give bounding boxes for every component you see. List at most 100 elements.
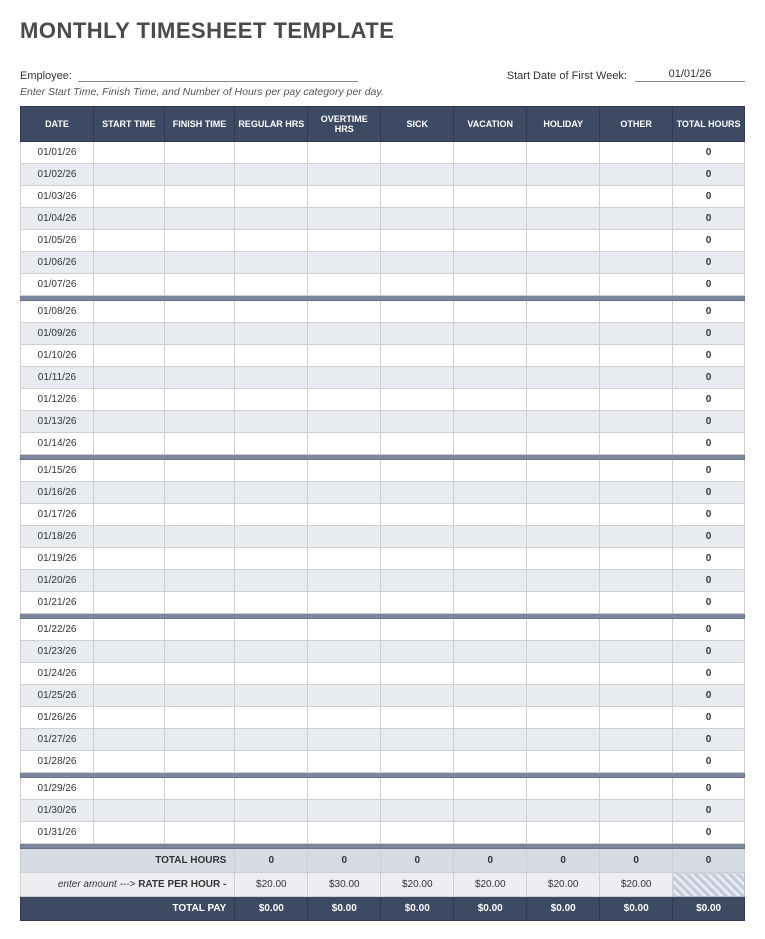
employee-field[interactable]: [78, 68, 358, 82]
vacation-cell[interactable]: [454, 389, 527, 411]
overtime-hrs-cell[interactable]: [308, 707, 381, 729]
overtime-hrs-cell[interactable]: [308, 685, 381, 707]
overtime-hrs-cell[interactable]: [308, 389, 381, 411]
vacation-cell[interactable]: [454, 301, 527, 323]
sick-cell[interactable]: [381, 526, 454, 548]
finish-time-cell[interactable]: [164, 142, 235, 164]
overtime-hrs-cell[interactable]: [308, 433, 381, 455]
sick-cell[interactable]: [381, 367, 454, 389]
start-time-cell[interactable]: [93, 570, 164, 592]
start-time-cell[interactable]: [93, 504, 164, 526]
holiday-cell[interactable]: [527, 411, 600, 433]
sick-cell[interactable]: [381, 186, 454, 208]
other-cell[interactable]: [600, 274, 673, 296]
sick-cell[interactable]: [381, 252, 454, 274]
holiday-cell[interactable]: [527, 778, 600, 800]
regular-hrs-cell[interactable]: [235, 707, 308, 729]
finish-time-cell[interactable]: [164, 345, 235, 367]
regular-hrs-cell[interactable]: [235, 592, 308, 614]
other-cell[interactable]: [600, 411, 673, 433]
vacation-cell[interactable]: [454, 252, 527, 274]
finish-time-cell[interactable]: [164, 274, 235, 296]
regular-hrs-cell[interactable]: [235, 822, 308, 844]
other-cell[interactable]: [600, 208, 673, 230]
other-cell[interactable]: [600, 663, 673, 685]
finish-time-cell[interactable]: [164, 641, 235, 663]
vacation-cell[interactable]: [454, 208, 527, 230]
rate-overtime[interactable]: $30.00: [308, 873, 381, 897]
start-time-cell[interactable]: [93, 252, 164, 274]
other-cell[interactable]: [600, 751, 673, 773]
regular-hrs-cell[interactable]: [235, 389, 308, 411]
vacation-cell[interactable]: [454, 482, 527, 504]
sick-cell[interactable]: [381, 504, 454, 526]
regular-hrs-cell[interactable]: [235, 641, 308, 663]
overtime-hrs-cell[interactable]: [308, 411, 381, 433]
sick-cell[interactable]: [381, 460, 454, 482]
sick-cell[interactable]: [381, 800, 454, 822]
holiday-cell[interactable]: [527, 252, 600, 274]
holiday-cell[interactable]: [527, 592, 600, 614]
vacation-cell[interactable]: [454, 707, 527, 729]
other-cell[interactable]: [600, 460, 673, 482]
overtime-hrs-cell[interactable]: [308, 548, 381, 570]
regular-hrs-cell[interactable]: [235, 729, 308, 751]
finish-time-cell[interactable]: [164, 800, 235, 822]
regular-hrs-cell[interactable]: [235, 460, 308, 482]
regular-hrs-cell[interactable]: [235, 274, 308, 296]
vacation-cell[interactable]: [454, 822, 527, 844]
overtime-hrs-cell[interactable]: [308, 619, 381, 641]
other-cell[interactable]: [600, 729, 673, 751]
other-cell[interactable]: [600, 164, 673, 186]
regular-hrs-cell[interactable]: [235, 751, 308, 773]
finish-time-cell[interactable]: [164, 592, 235, 614]
sick-cell[interactable]: [381, 548, 454, 570]
overtime-hrs-cell[interactable]: [308, 274, 381, 296]
vacation-cell[interactable]: [454, 142, 527, 164]
regular-hrs-cell[interactable]: [235, 526, 308, 548]
finish-time-cell[interactable]: [164, 482, 235, 504]
finish-time-cell[interactable]: [164, 301, 235, 323]
holiday-cell[interactable]: [527, 548, 600, 570]
other-cell[interactable]: [600, 619, 673, 641]
holiday-cell[interactable]: [527, 641, 600, 663]
other-cell[interactable]: [600, 301, 673, 323]
vacation-cell[interactable]: [454, 592, 527, 614]
overtime-hrs-cell[interactable]: [308, 663, 381, 685]
finish-time-cell[interactable]: [164, 252, 235, 274]
vacation-cell[interactable]: [454, 751, 527, 773]
other-cell[interactable]: [600, 433, 673, 455]
sick-cell[interactable]: [381, 822, 454, 844]
regular-hrs-cell[interactable]: [235, 301, 308, 323]
sick-cell[interactable]: [381, 142, 454, 164]
regular-hrs-cell[interactable]: [235, 142, 308, 164]
overtime-hrs-cell[interactable]: [308, 301, 381, 323]
sick-cell[interactable]: [381, 482, 454, 504]
other-cell[interactable]: [600, 504, 673, 526]
start-time-cell[interactable]: [93, 164, 164, 186]
regular-hrs-cell[interactable]: [235, 186, 308, 208]
sick-cell[interactable]: [381, 274, 454, 296]
start-time-cell[interactable]: [93, 800, 164, 822]
overtime-hrs-cell[interactable]: [308, 323, 381, 345]
overtime-hrs-cell[interactable]: [308, 345, 381, 367]
vacation-cell[interactable]: [454, 230, 527, 252]
holiday-cell[interactable]: [527, 526, 600, 548]
finish-time-cell[interactable]: [164, 186, 235, 208]
regular-hrs-cell[interactable]: [235, 570, 308, 592]
regular-hrs-cell[interactable]: [235, 433, 308, 455]
start-time-cell[interactable]: [93, 411, 164, 433]
sick-cell[interactable]: [381, 208, 454, 230]
start-time-cell[interactable]: [93, 729, 164, 751]
sick-cell[interactable]: [381, 389, 454, 411]
regular-hrs-cell[interactable]: [235, 482, 308, 504]
vacation-cell[interactable]: [454, 526, 527, 548]
holiday-cell[interactable]: [527, 389, 600, 411]
other-cell[interactable]: [600, 186, 673, 208]
finish-time-cell[interactable]: [164, 323, 235, 345]
other-cell[interactable]: [600, 548, 673, 570]
holiday-cell[interactable]: [527, 164, 600, 186]
overtime-hrs-cell[interactable]: [308, 822, 381, 844]
overtime-hrs-cell[interactable]: [308, 142, 381, 164]
holiday-cell[interactable]: [527, 208, 600, 230]
